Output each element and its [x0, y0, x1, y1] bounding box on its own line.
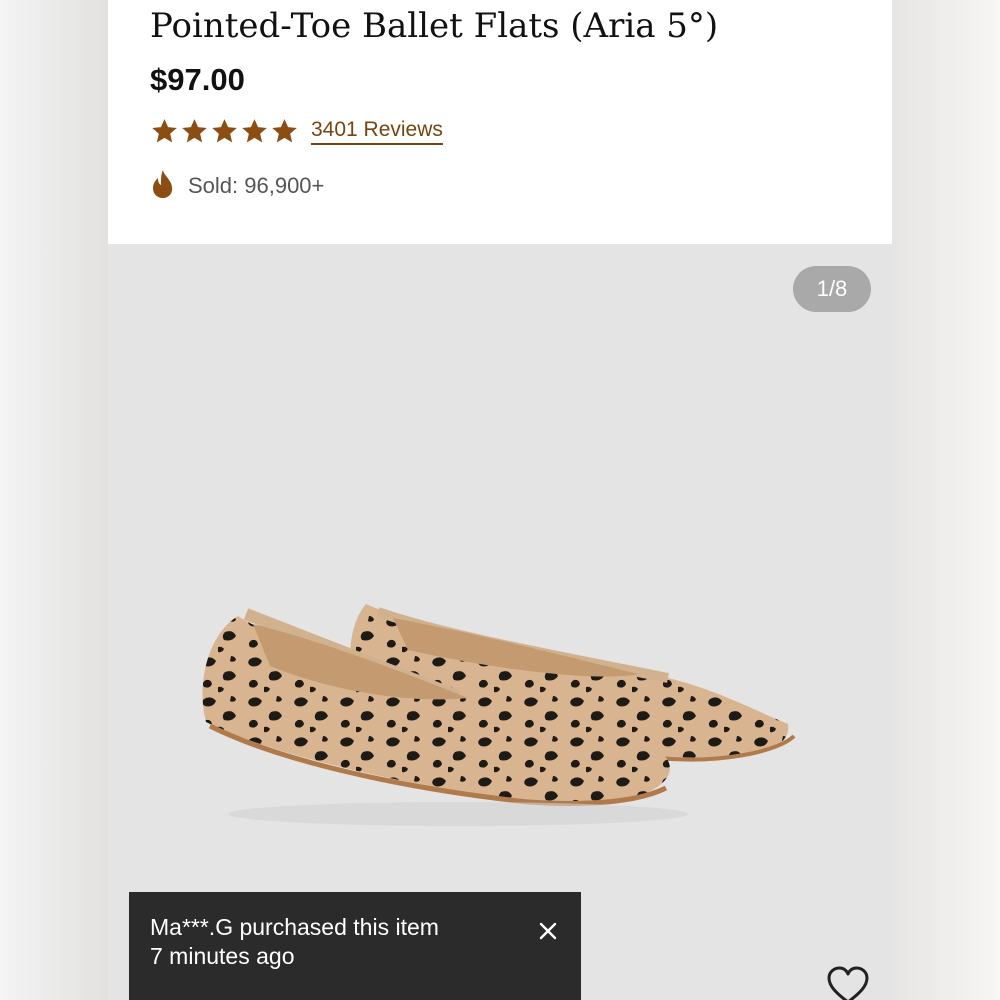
star-icon	[270, 117, 299, 145]
star-icon	[210, 117, 239, 145]
toast-message: Ma***.G purchased this item	[150, 914, 439, 940]
image-counter: 1/8	[793, 266, 871, 312]
product-image-gallery[interactable]: 1/8 Ma***.G purchased this item 7 minute…	[108, 244, 892, 1000]
star-rating	[150, 117, 299, 145]
rating-row: 3401 Reviews	[150, 114, 443, 148]
product-price: $97.00	[150, 62, 245, 97]
star-icon	[150, 117, 179, 145]
reviews-link[interactable]: 3401 Reviews	[311, 118, 443, 145]
product-title: Pointed-Toe Ballet Flats (Aria 5°)	[150, 6, 719, 46]
close-icon[interactable]	[533, 916, 563, 946]
product-panel: Pointed-Toe Ballet Flats (Aria 5°) $97.0…	[108, 0, 892, 1000]
right-backdrop	[892, 0, 1000, 1000]
sold-count: Sold: 96,900+	[188, 173, 325, 198]
heart-icon[interactable]	[826, 966, 870, 1000]
left-backdrop	[0, 0, 108, 1000]
sold-count-row: Sold: 96,900+	[150, 169, 325, 204]
recent-purchase-toast: Ma***.G purchased this item 7 minutes ag…	[129, 892, 581, 1000]
star-icon	[180, 117, 209, 145]
star-icon	[240, 117, 269, 145]
fire-icon	[150, 169, 176, 204]
product-image	[202, 604, 796, 826]
toast-timestamp: 7 minutes ago	[150, 943, 295, 969]
